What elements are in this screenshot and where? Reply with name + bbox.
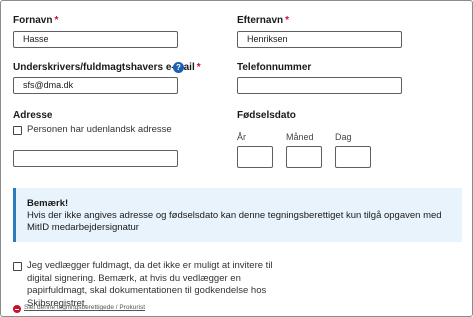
birthdate-month-input[interactable] <box>286 146 322 168</box>
first-name-input[interactable]: Hasse <box>13 31 178 48</box>
remove-signatory-link[interactable]: Slet denne tegningsberettigede / Prokuri… <box>24 304 145 311</box>
email-label-text: Underskrivers/fuldmagtshavers e-mail <box>13 62 195 73</box>
signatory-form: Fornavn * Hasse Efternavn * Henriksen Unde… <box>0 0 473 317</box>
phone-label: Telefonnummer <box>237 62 312 73</box>
minus-circle-icon[interactable] <box>13 305 21 313</box>
notice-box: Bemærk! Hvis der ikke angives adresse og… <box>13 188 462 242</box>
phone-input[interactable] <box>237 77 402 94</box>
birthdate-day-label: Dag <box>335 132 352 142</box>
power-of-attorney-label: Jeg vedlægger fuldmagt, da det ikke er m… <box>27 260 273 309</box>
question-circle-icon[interactable]: ? <box>173 62 184 73</box>
foreign-address-checkbox[interactable] <box>13 126 22 135</box>
power-of-attorney-checkbox[interactable] <box>13 262 22 271</box>
address-input[interactable] <box>13 150 178 167</box>
required-marker: * <box>285 15 290 26</box>
required-marker: * <box>54 15 59 26</box>
last-name-label: Efternavn * <box>237 15 289 26</box>
last-name-label-text: Efternavn <box>237 15 284 26</box>
email-input[interactable]: sfs@dma.dk <box>13 77 178 94</box>
notice-title: Bemærk! <box>27 198 69 209</box>
birthdate-month-label: Måned <box>286 132 314 142</box>
first-name-label: Fornavn * <box>13 15 58 26</box>
required-marker: * <box>196 62 201 73</box>
address-label: Adresse <box>13 110 53 121</box>
birthdate-year-label: År <box>237 132 246 142</box>
foreign-address-checkbox-label: Personen har udenlandsk adresse <box>27 124 172 135</box>
birthdate-year-input[interactable] <box>237 146 273 168</box>
birthdate-day-input[interactable] <box>335 146 371 168</box>
birthdate-label: Fødselsdato <box>237 110 296 121</box>
notice-text: Hvis der ikke angives adresse og fødsels… <box>27 210 442 233</box>
last-name-input[interactable]: Henriksen <box>237 31 402 48</box>
first-name-label-text: Fornavn <box>13 15 53 26</box>
